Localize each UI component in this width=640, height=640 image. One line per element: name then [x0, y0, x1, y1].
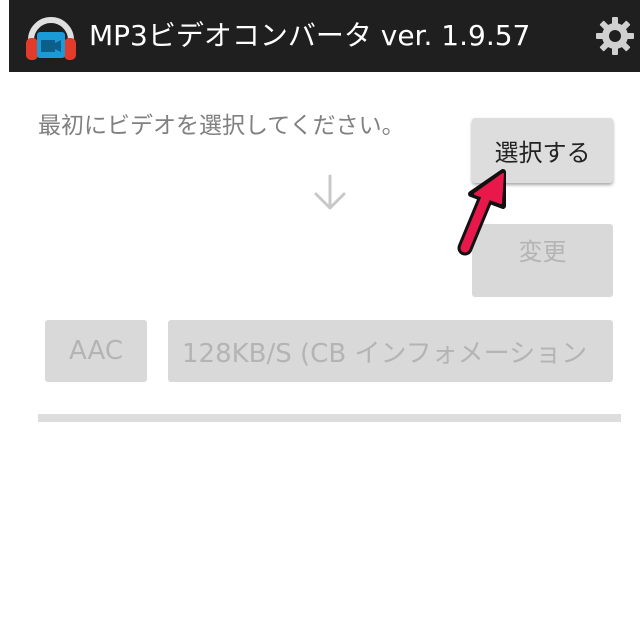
app-title: MP3ビデオコンバータ ver. 1.9.57 [89, 19, 531, 52]
conversion-progress-bar [38, 414, 621, 422]
headphones-video-icon [26, 17, 76, 60]
arrow-down-icon [314, 174, 346, 210]
red-arrow-pointer-icon [457, 169, 506, 256]
gear-icon[interactable] [593, 14, 637, 58]
app-header: MP3ビデオコンバータ ver. 1.9.57 [9, 0, 640, 72]
format-select-button[interactable]: AAC [45, 320, 147, 382]
bitrate-select-button[interactable]: 128KB/S (CB インフォメーション [168, 320, 613, 382]
instruction-text: 最初にビデオを選択してください。 [38, 113, 405, 139]
